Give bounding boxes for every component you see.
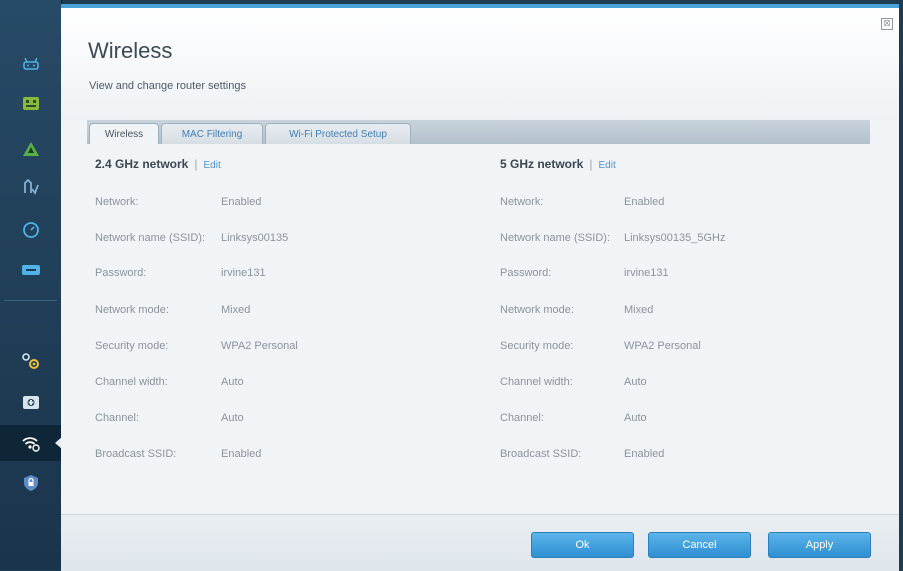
row-value: WPA2 Personal: [221, 340, 298, 352]
wireless-icon[interactable]: [0, 425, 62, 461]
edit-5ghz-link[interactable]: Edit: [598, 160, 615, 171]
row-label: Broadcast SSID:: [500, 448, 582, 460]
row-label: Network name (SSID):: [95, 232, 206, 244]
edit-24ghz-link[interactable]: Edit: [203, 160, 220, 171]
separator: |: [589, 157, 593, 171]
row-value: Auto: [624, 376, 647, 388]
row-value: Enabled: [221, 448, 262, 460]
page-title: Wireless: [88, 38, 173, 63]
tab-wifi-protected-setup[interactable]: Wi-Fi Protected Setup: [265, 123, 411, 145]
row-value: Enabled: [624, 448, 665, 460]
close-icon[interactable]: ☒: [881, 18, 893, 30]
row-value: Enabled: [624, 196, 665, 208]
wireless-panel: 2.4 GHz network | Edit Network: Enabled Ne…: [87, 144, 870, 512]
row-value: Mixed: [221, 304, 251, 316]
row-value: irvine131: [221, 267, 266, 279]
row-value: irvine131: [624, 267, 669, 279]
parental-controls-icon[interactable]: [0, 131, 61, 167]
row-label: Network mode:: [500, 304, 574, 316]
wireless-window: Wireless View and change router settings…: [61, 4, 899, 571]
troubleshooting-icon[interactable]: [0, 384, 61, 420]
security-icon[interactable]: [0, 465, 61, 501]
row-value: Enabled: [221, 196, 262, 208]
sidebar-divider: [4, 300, 57, 301]
row-label: Password:: [95, 267, 147, 279]
row-label: Network mode:: [95, 304, 169, 316]
network-5ghz-header: 5 GHz network | Edit: [500, 157, 616, 171]
cancel-button[interactable]: Cancel: [648, 532, 751, 558]
guest-access-icon[interactable]: [0, 85, 61, 121]
apply-button[interactable]: Apply: [768, 532, 871, 558]
ok-button[interactable]: Ok: [531, 532, 634, 558]
network-24ghz-header: 2.4 GHz network | Edit: [95, 157, 221, 171]
sidebar: [0, 0, 62, 570]
row-label: Channel:: [500, 412, 545, 424]
row-value: Mixed: [624, 304, 654, 316]
tab-mac-filtering[interactable]: MAC Filtering: [161, 123, 263, 145]
row-label: Security mode:: [95, 340, 169, 352]
connectivity-icon[interactable]: [0, 343, 61, 379]
row-value: Auto: [624, 412, 647, 424]
row-label: Network:: [95, 196, 139, 208]
external-storage-icon[interactable]: [0, 252, 61, 288]
dialog-footer: Ok Cancel Apply: [61, 514, 899, 571]
network-5ghz-title: 5 GHz network: [500, 157, 584, 171]
row-label: Channel:: [95, 412, 140, 424]
separator: |: [194, 157, 198, 171]
network-map-icon[interactable]: [0, 47, 61, 83]
row-label: Security mode:: [500, 340, 574, 352]
row-label: Password:: [500, 267, 552, 279]
page-subtitle: View and change router settings: [89, 80, 246, 92]
tab-wireless[interactable]: Wireless: [89, 123, 159, 146]
row-value: Auto: [221, 412, 244, 424]
window-header: Wireless View and change router settings…: [61, 8, 899, 120]
row-label: Channel width:: [500, 376, 573, 388]
row-label: Network:: [500, 196, 544, 208]
row-value: Auto: [221, 376, 244, 388]
row-value: WPA2 Personal: [624, 340, 701, 352]
media-prioritization-icon[interactable]: [0, 169, 61, 205]
tab-bar: Wireless MAC Filtering Wi-Fi Protected S…: [87, 120, 870, 146]
row-value: Linksys00135_5GHz: [624, 232, 726, 244]
row-label: Network name (SSID):: [500, 232, 611, 244]
row-label: Broadcast SSID:: [95, 448, 177, 460]
row-label: Channel width:: [95, 376, 168, 388]
row-value: Linksys00135: [221, 232, 289, 244]
speed-test-icon[interactable]: [0, 212, 61, 248]
network-24ghz-title: 2.4 GHz network: [95, 157, 189, 171]
